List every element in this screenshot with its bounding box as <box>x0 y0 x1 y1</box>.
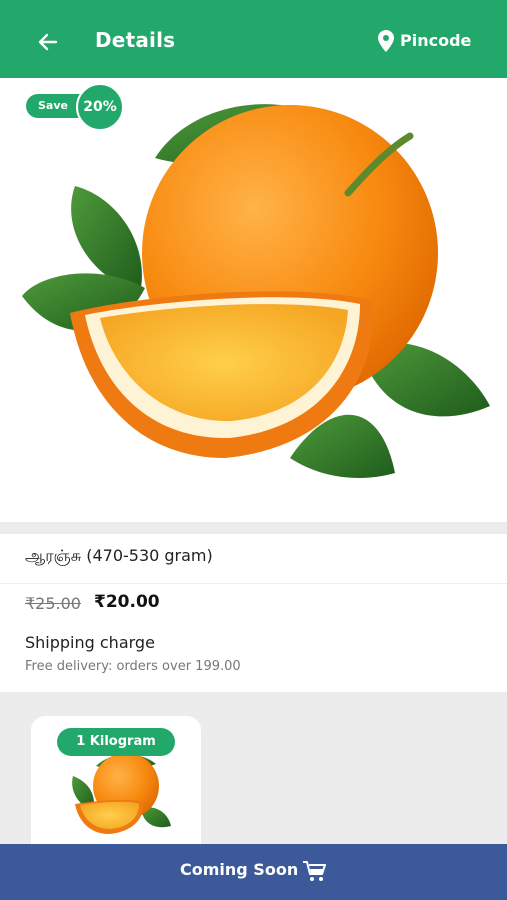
map-pin-icon[interactable] <box>378 30 394 52</box>
pincode-button[interactable]: Pincode <box>400 31 471 50</box>
product-name: ஆரஞ்சு (470-530 gram) <box>25 546 213 565</box>
original-price: ₹25.00 <box>25 594 81 613</box>
arrow-left-icon[interactable] <box>36 30 60 54</box>
orange-fruit-image <box>22 104 490 478</box>
page-title: Details <box>95 28 176 52</box>
coming-soon-label: Coming Soon <box>180 860 299 879</box>
divider <box>0 583 507 584</box>
divider <box>0 522 507 534</box>
shipping-label: Shipping charge <box>25 633 155 652</box>
shipping-note: Free delivery: orders over 199.00 <box>25 659 241 674</box>
app-bar: Details Pincode <box>0 6 507 78</box>
variant-label[interactable]: 1 Kilogram <box>57 728 175 756</box>
cart-icon <box>303 861 326 881</box>
product-image-area <box>0 78 507 522</box>
discount-badge: 20% <box>76 83 124 131</box>
sale-price: ₹20.00 <box>94 592 160 612</box>
coming-soon-button[interactable]: Coming Soon <box>0 844 507 900</box>
